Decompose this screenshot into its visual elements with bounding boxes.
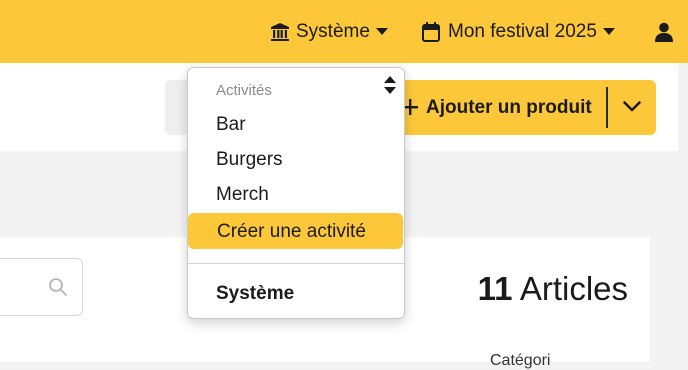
create-activity-label: Créer une activité xyxy=(217,221,366,242)
article-count-label: Articles xyxy=(519,270,628,307)
org-switcher-label: Système xyxy=(296,20,370,42)
institution-icon xyxy=(270,22,290,42)
search-input[interactable] xyxy=(0,258,83,316)
article-count-number: 11 xyxy=(477,270,513,307)
menu-group-label: Activités xyxy=(216,82,272,99)
menu-divider xyxy=(188,263,404,264)
event-switcher[interactable]: Mon festival 2025 xyxy=(422,0,615,63)
menu-item-burgers[interactable]: Burgers xyxy=(216,149,283,171)
add-product-label: Ajouter un produit xyxy=(426,97,592,118)
caret-down-icon xyxy=(602,27,615,36)
user-menu-button[interactable] xyxy=(654,0,674,63)
caret-down-icon xyxy=(375,27,388,36)
menu-item-system[interactable]: Système xyxy=(216,283,294,305)
top-bar: Système Mon festival 2025 xyxy=(0,0,688,63)
category-label: Catégori xyxy=(490,352,551,369)
sort-icon xyxy=(384,76,396,99)
search-icon xyxy=(48,277,68,302)
user-icon xyxy=(654,22,674,42)
activity-dropdown-menu: Activités Bar Burgers Merch Créer une ac… xyxy=(187,67,405,319)
chevron-down-icon xyxy=(623,99,641,117)
calendar-icon xyxy=(422,21,440,42)
menu-item-merch[interactable]: Merch xyxy=(216,184,269,206)
event-switcher-label: Mon festival 2025 xyxy=(448,20,597,42)
add-product-button[interactable]: Ajouter un produit xyxy=(380,80,656,135)
menu-item-create-activity[interactable]: Créer une activité xyxy=(188,213,403,249)
menu-item-bar[interactable]: Bar xyxy=(216,114,246,136)
org-switcher[interactable]: Système xyxy=(270,0,388,63)
add-product-dropdown-button[interactable] xyxy=(608,80,656,135)
article-count: 11 Articles xyxy=(478,270,628,308)
